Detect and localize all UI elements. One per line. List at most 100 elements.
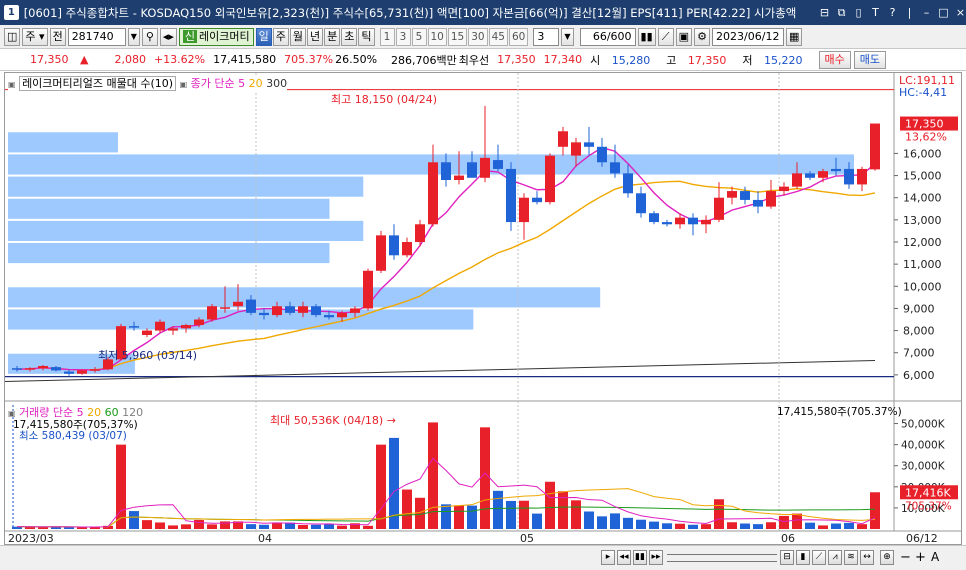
candle-body-43 [571,142,581,156]
candle-chart-icon[interactable]: ▮▮ [637,27,656,46]
app-icon: 1 [4,5,19,20]
window-button-5[interactable]: | [904,6,915,19]
line-chart-icon[interactable]: ⟋ [812,550,826,565]
window-button-4[interactable]: ? [887,6,898,19]
pattern-icon[interactable]: ≋ [844,550,858,565]
window-button-1[interactable]: ⧉ [836,6,847,19]
prev-button[interactable]: 전 [49,27,66,46]
volume-bar-48 [636,519,646,529]
chart-area[interactable]: 6,000 7,000 8,000 9,000 10,000 11,000 12,000 13… [4,72,962,545]
interval-tab-5[interactable]: 5 [411,27,427,46]
line-tool-icon[interactable]: ⟋ [657,27,674,46]
volume-profile-bar-8 [8,309,474,330]
candle-body-52 [688,217,698,225]
stock-code-input[interactable]: 281740 [67,27,126,46]
candle-body-62 [818,171,828,178]
period-tab-6[interactable]: 틱 [358,27,375,46]
candle-body-40 [532,197,542,203]
vol-tick-label-4: 50,000K [901,419,946,431]
interval-tab-60[interactable]: 60 [509,27,529,46]
candle-body-15 [207,306,217,320]
volume-bar-62 [818,525,828,529]
window-button-8[interactable]: × [955,6,966,19]
chart-menu-icon[interactable]: ◫ [4,27,21,46]
candle-body-29 [389,235,399,256]
interval-tab-10[interactable]: 10 [427,27,447,46]
bar-chart-icon[interactable]: ▮ [796,550,810,565]
period-tab-1[interactable]: 주 [272,27,289,46]
buy-button[interactable]: 매수 [818,50,851,69]
interval-tab-1[interactable]: 1 [379,27,395,46]
volume-bar-36 [480,427,490,529]
scroll-pause-icon[interactable]: ▮▮ [633,550,647,565]
price-legend[interactable]: ▣ 레이크머티리얼즈 매물대 수(10) ▣ 종가 단순 5 20 300 [8,75,288,91]
volume-bar-39 [519,500,529,529]
volume-bar-66 [870,492,880,529]
search-icon[interactable]: ⚲ [141,27,158,46]
candle-body-32 [428,162,438,225]
zoom-in-icon[interactable]: ⊕ [880,550,894,565]
interval-tab-15[interactable]: 15 [447,27,468,46]
interval-tab-3[interactable]: 3 [395,27,411,46]
candle-body-1 [25,368,35,370]
volume-bar-24 [324,524,334,529]
sell-button[interactable]: 매도 [853,50,887,69]
candle-body-51 [675,217,685,225]
legend-menu-icon[interactable]: ▣ [8,80,16,89]
scroll-first-icon[interactable]: ◂◂ [617,550,631,565]
window-button-3[interactable]: T [870,6,881,19]
count-input[interactable]: 66/600 [579,27,636,46]
window-button-0[interactable]: ⊟ [819,6,830,19]
period-tab-4[interactable]: 분 [324,27,341,46]
open-price: 시 15,280 [590,53,651,67]
window-button-6[interactable]: – [921,6,932,19]
zoom-fit-icon[interactable]: ⊟ [780,550,794,565]
window-button-2[interactable]: ▯ [853,6,864,19]
interval-dropdown-icon[interactable]: ▼ [561,27,574,46]
price-tick-label-4: 10,000 [903,280,942,293]
current-pct-tag: 13,62% [905,131,947,144]
scroll-next-icon[interactable]: ▸ [601,550,615,565]
high-price: 고 17,350 [666,53,727,67]
plus-icon[interactable]: + [915,550,926,565]
price-tick-label-3: 9,000 [903,302,935,315]
volume-bar-44 [584,511,594,529]
save-icon[interactable]: ▣ [675,27,693,46]
area-chart-icon[interactable]: ⩘ [828,550,842,565]
stock-code-dropdown-icon[interactable]: ▼ [127,27,140,46]
vol-min-label: 최소 580,439 (03/07) [19,430,127,442]
volume-bar-10 [142,520,152,529]
period-select[interactable]: 주 ▾ [22,27,48,46]
interval-tab-30[interactable]: 30 [468,27,488,46]
scroll-last-icon[interactable]: ▸▸ [649,550,663,565]
company-name-field[interactable]: 신 레이크머티 [178,27,254,46]
calendar-icon[interactable]: ▦ [786,27,803,46]
period-tab-2[interactable]: 월 [289,27,306,46]
font-size-icon[interactable]: A [931,550,939,564]
chart-canvas[interactable]: 6,000 7,000 8,000 9,000 10,000 11,000 12,000 13… [5,73,961,544]
candle-body-34 [454,175,464,180]
date-input[interactable]: 2023/06/12 [712,27,785,46]
candle-body-48 [636,193,646,214]
scroll-left-icon[interactable]: ↔ [860,550,874,565]
period-tab-3[interactable]: 년 [307,27,324,46]
price-low-annotation: 최저 5,960 (03/14) [98,349,197,362]
gear-icon[interactable]: ⚙ [694,27,711,46]
interval-tab-45[interactable]: 45 [488,27,508,46]
price-change-pct: +13.62% [153,53,206,66]
scroll-track[interactable] [667,554,777,562]
interval-input[interactable]: 3 [533,27,560,46]
low-price: 저 15,220 [742,53,803,67]
ma-legend-20: 20 [248,77,263,90]
interval-tabs: 1 3 5 10 15 30 45 60 [379,27,529,46]
candle-body-20 [272,306,282,316]
volume-bar-65 [857,524,867,529]
candle-body-26 [350,308,360,313]
minus-icon[interactable]: − [900,550,911,565]
window-button-7[interactable]: □ [938,6,949,19]
period-tab-0[interactable]: 일 [255,27,272,46]
price-change: 2,080 [114,53,146,66]
period-tab-5[interactable]: 초 [341,27,358,46]
speaker-icon[interactable]: ◂▸ [159,27,177,46]
ma-legend-5: 5 [238,77,246,90]
